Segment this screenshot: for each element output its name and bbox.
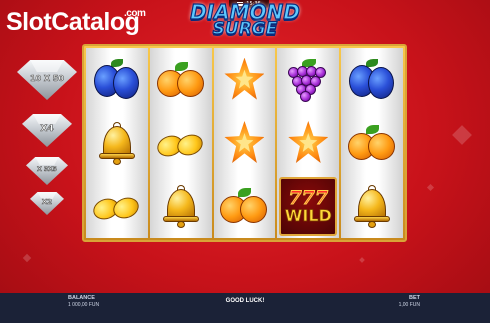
bottom-bar: BALANCE 1 000,00 FUN GOOD LUCK! BET 1,00… xyxy=(0,293,490,323)
reel-cell xyxy=(86,48,148,111)
wild-symbol: 777 WILD xyxy=(279,176,338,236)
multiplier-diamond: X 3X5 xyxy=(26,157,68,185)
reel-cell xyxy=(86,111,148,174)
lemon-symbol xyxy=(90,183,143,229)
star-symbol xyxy=(218,120,270,166)
decor-shard xyxy=(426,183,435,192)
reel-cell xyxy=(277,48,339,111)
grapes-symbol xyxy=(282,57,334,103)
reel-5 xyxy=(341,48,403,238)
game-stage: SlotCatalog .com 15:36 DIAMOND SURGE 10 … xyxy=(0,0,490,323)
reel-cell xyxy=(214,48,276,111)
reel-2 xyxy=(149,48,212,238)
reel-cell: 777 WILD xyxy=(277,175,339,238)
star-symbol xyxy=(282,120,334,166)
wild-label: WILD xyxy=(284,205,332,225)
reel-1 xyxy=(86,48,148,238)
multiplier-diamond: 10 X 50 xyxy=(17,60,77,100)
orange-symbol xyxy=(218,183,270,229)
decor-shard xyxy=(452,125,472,145)
reel-cell xyxy=(341,111,403,174)
plum-symbol xyxy=(91,57,143,103)
reels-frame: 777 WILD xyxy=(82,44,407,242)
multiplier-diamond: X2 xyxy=(30,192,64,215)
decor-shard xyxy=(22,253,32,263)
reel-cell xyxy=(214,175,276,238)
multiplier-diamond: X4 xyxy=(22,114,72,147)
bell-symbol xyxy=(346,183,398,229)
reel-cell xyxy=(150,175,212,238)
wild-digits: 777 xyxy=(288,186,329,209)
reel-3 xyxy=(213,48,276,238)
decor-shard xyxy=(359,257,365,263)
watermark-suffix: .com xyxy=(124,8,146,19)
plum-symbol xyxy=(346,57,398,103)
multiplier-value: X 3X5 xyxy=(37,165,57,173)
reels: 777 WILD xyxy=(86,48,403,238)
multiplier-value: 10 X 50 xyxy=(29,73,65,83)
multiplier-value: X4 xyxy=(40,123,54,134)
reel-cell xyxy=(341,48,403,111)
bell-symbol xyxy=(91,120,143,166)
reel-cell xyxy=(86,175,148,238)
bell-symbol xyxy=(155,183,207,229)
orange-symbol xyxy=(155,57,207,103)
watermark-logo: SlotCatalog .com xyxy=(6,8,146,37)
reel-cell xyxy=(341,175,403,238)
multiplier-value: X2 xyxy=(41,197,53,206)
reel-cell xyxy=(150,48,212,111)
orange-symbol xyxy=(346,120,398,166)
lemon-symbol xyxy=(154,120,207,166)
game-logo: DIAMOND SURGE xyxy=(180,1,310,42)
reel-cell xyxy=(150,111,212,174)
bet-value[interactable]: 1,00 FUN xyxy=(399,302,420,308)
reel-4: 777 WILD xyxy=(277,48,340,238)
bet-label[interactable]: BET xyxy=(409,295,420,301)
reel-cell xyxy=(277,111,339,174)
star-symbol xyxy=(218,57,270,103)
reel-cell xyxy=(214,111,276,174)
watermark-part1: Slot xyxy=(6,8,52,36)
